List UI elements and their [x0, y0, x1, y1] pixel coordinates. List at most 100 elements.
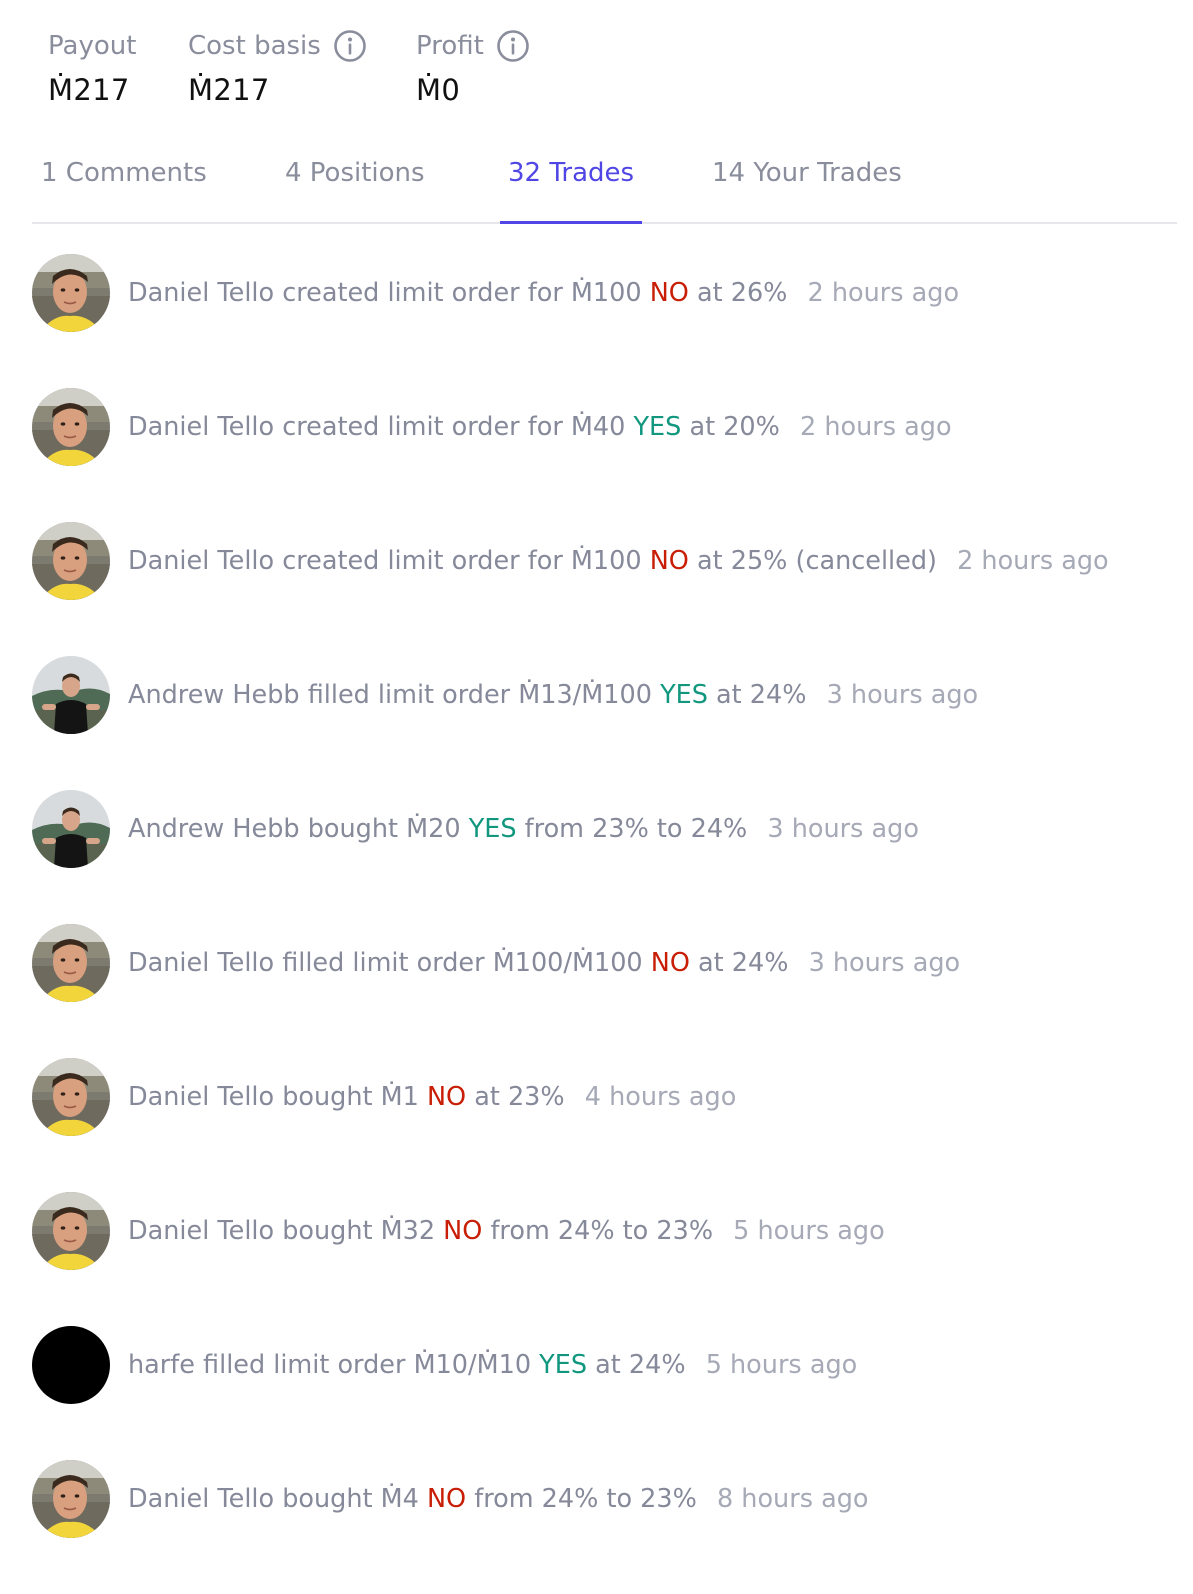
trade-detail: at 24% [595, 1350, 686, 1380]
trade-description: Andrew Hebb bought Ṁ20 YES from 23% to 2… [128, 811, 919, 847]
avatar[interactable] [32, 1192, 110, 1270]
trade-description: Daniel Tello created limit order for Ṁ40… [128, 409, 952, 445]
trade-row: Daniel Tello created limit order for Ṁ40… [32, 388, 1193, 466]
trade-action: created limit order for [282, 278, 563, 308]
profit-value: Ṁ0 [416, 73, 461, 107]
tab-bar: 1 Comments 4 Positions 32 Trades 14 Your… [32, 145, 1177, 224]
tab-trades[interactable]: 32 Trades [499, 145, 643, 224]
avatar[interactable] [32, 790, 110, 868]
trade-row: Andrew Hebb bought Ṁ20 YES from 23% to 2… [32, 790, 1193, 868]
profit-label-text: Profit [416, 31, 484, 61]
trade-action: created limit order for [282, 412, 563, 442]
trade-action: bought [307, 814, 399, 844]
trade-row: Daniel Tello bought Ṁ32 NO from 24% to 2… [32, 1192, 1193, 1270]
trade-detail: at 24% [698, 948, 789, 978]
avatar[interactable] [32, 1058, 110, 1136]
trade-timestamp: 3 hours ago [767, 814, 919, 844]
trade-detail: at 26% [696, 278, 788, 308]
trade-amount: Ṁ32 [380, 1216, 436, 1246]
trade-description: Andrew Hebb filled limit order Ṁ13/Ṁ100 … [128, 677, 978, 713]
trader-name[interactable]: Daniel Tello [128, 1484, 274, 1514]
trade-amount: Ṁ4 [380, 1484, 419, 1514]
trade-amount: Ṁ13/Ṁ100 [518, 680, 652, 710]
trade-outcome: NO [650, 948, 690, 978]
trades-feed: Daniel Tello created limit order for Ṁ10… [32, 254, 1193, 1594]
trade-amount: Ṁ20 [406, 814, 461, 844]
trader-name[interactable]: Daniel Tello [128, 1216, 274, 1246]
trader-name[interactable]: Daniel Tello [128, 412, 274, 442]
avatar[interactable] [32, 1326, 110, 1404]
trade-amount: Ṁ100/Ṁ100 [492, 948, 643, 978]
trade-detail: at 25% (cancelled) [696, 546, 937, 576]
trade-action: filled limit order [282, 948, 485, 978]
trader-name[interactable]: Daniel Tello [128, 546, 274, 576]
trade-row: Daniel Tello bought Ṁ4 NO from 24% to 23… [32, 1460, 1193, 1538]
trader-name[interactable]: Daniel Tello [128, 948, 274, 978]
trade-description: Daniel Tello filled limit order Ṁ100/Ṁ10… [128, 945, 960, 981]
trade-description: harfe filled limit order Ṁ10/Ṁ10 YES at … [128, 1347, 857, 1383]
trade-amount: Ṁ1 [380, 1082, 419, 1112]
trade-outcome: YES [660, 680, 708, 710]
avatar[interactable] [32, 656, 110, 734]
cost-basis-label-text: Cost basis [188, 31, 321, 61]
payout-label-text: Payout [48, 31, 137, 61]
position-stats: Payout Ṁ217 Cost basis Ṁ217 Profit Ṁ0 [48, 26, 596, 110]
trade-outcome: NO [649, 278, 689, 308]
trade-row: Daniel Tello created limit order for Ṁ10… [32, 254, 1193, 332]
trader-name[interactable]: Andrew Hebb [128, 680, 300, 710]
trade-row: Daniel Tello bought Ṁ1 NO at 23% 4 hours… [32, 1058, 1193, 1136]
trade-amount: Ṁ40 [570, 412, 626, 442]
trade-outcome: YES [633, 412, 682, 442]
avatar[interactable] [32, 924, 110, 1002]
trade-action: bought [282, 1484, 373, 1514]
payout-value: Ṁ217 [48, 73, 130, 107]
trade-detail: at 24% [716, 680, 807, 710]
trade-description: Daniel Tello bought Ṁ32 NO from 24% to 2… [128, 1213, 885, 1249]
trade-outcome: NO [443, 1216, 483, 1246]
trade-detail: at 23% [474, 1082, 565, 1112]
trade-amount: Ṁ100 [570, 546, 642, 576]
trade-outcome: NO [426, 1082, 467, 1112]
info-icon[interactable] [333, 29, 367, 63]
trade-timestamp: 5 hours ago [705, 1350, 858, 1380]
trade-amount: Ṁ100 [570, 278, 642, 308]
trade-outcome: YES [539, 1350, 588, 1380]
tab-comments[interactable]: 1 Comments [41, 145, 207, 222]
payout-stat: Payout Ṁ217 [48, 26, 188, 110]
trade-detail: from 24% to 23% [474, 1484, 697, 1514]
tab-positions[interactable]: 4 Positions [285, 145, 425, 222]
cost-basis-label: Cost basis [188, 26, 416, 66]
trade-timestamp: 5 hours ago [733, 1216, 885, 1246]
trade-row: Daniel Tello filled limit order Ṁ100/Ṁ10… [32, 924, 1193, 1002]
trader-name[interactable]: harfe [128, 1350, 195, 1380]
trade-row: Andrew Hebb filled limit order Ṁ13/Ṁ100 … [32, 656, 1193, 734]
trade-timestamp: 3 hours ago [826, 680, 979, 710]
trade-timestamp: 3 hours ago [808, 948, 961, 978]
avatar[interactable] [32, 1460, 110, 1538]
tab-your-trades[interactable]: 14 Your Trades [712, 145, 902, 222]
avatar[interactable] [32, 254, 110, 332]
trade-description: Daniel Tello bought Ṁ4 NO from 24% to 23… [128, 1481, 869, 1517]
trade-row: Daniel Tello created limit order for Ṁ10… [32, 522, 1193, 600]
avatar[interactable] [32, 522, 110, 600]
avatar[interactable] [32, 388, 110, 466]
trade-action: filled limit order [203, 1350, 406, 1380]
trade-timestamp: 2 hours ago [800, 412, 952, 442]
profit-label: Profit [416, 26, 596, 66]
trade-timestamp: 2 hours ago [957, 546, 1109, 576]
trader-name[interactable]: Daniel Tello [128, 278, 274, 308]
trade-detail: from 23% to 24% [524, 814, 748, 844]
trade-outcome: NO [426, 1484, 467, 1514]
trade-action: bought [282, 1082, 373, 1112]
payout-label: Payout [48, 26, 188, 66]
trade-action: filled limit order [307, 680, 511, 710]
trade-description: Daniel Tello bought Ṁ1 NO at 23% 4 hours… [128, 1079, 736, 1115]
info-icon[interactable] [496, 29, 530, 63]
trader-name[interactable]: Daniel Tello [128, 1082, 274, 1112]
profit-stat: Profit Ṁ0 [416, 26, 596, 110]
trade-outcome: NO [649, 546, 689, 576]
trader-name[interactable]: Andrew Hebb [128, 814, 300, 844]
trade-amount: Ṁ10/Ṁ10 [413, 1350, 532, 1380]
trade-row: harfe filled limit order Ṁ10/Ṁ10 YES at … [32, 1326, 1193, 1404]
trade-action: bought [282, 1216, 373, 1246]
